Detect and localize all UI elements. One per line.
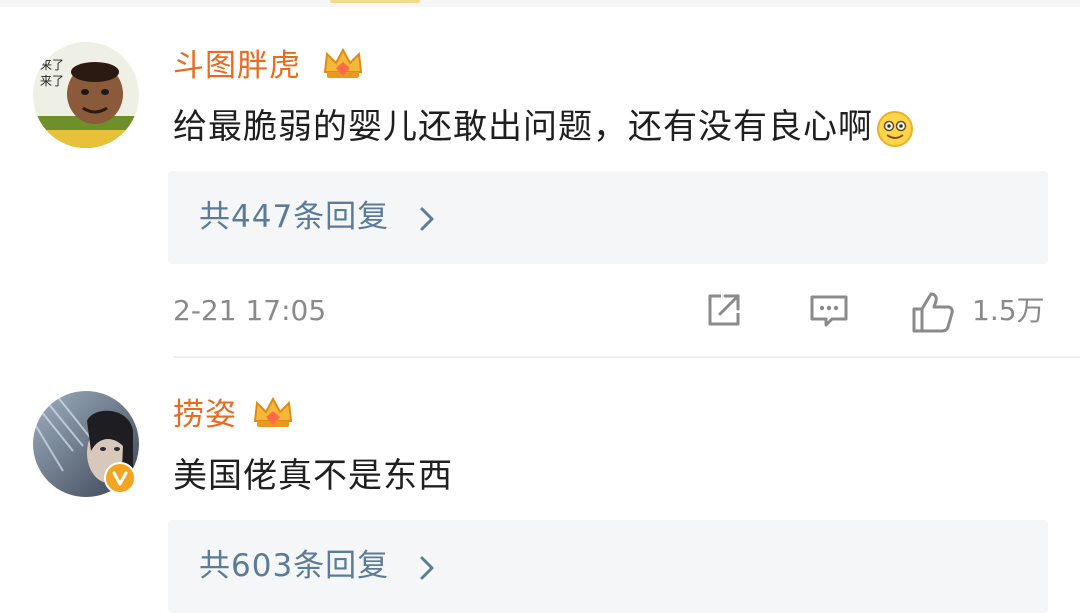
avatar-caption: 来了	[40, 74, 64, 88]
top-accent	[330, 0, 420, 3]
user-avatar[interactable]: 来了 来了	[33, 42, 139, 148]
chevron-right-icon	[420, 207, 434, 231]
chevron-right-icon	[420, 556, 434, 580]
comment-text: 美国佬真不是东西	[173, 456, 453, 496]
crown-vip-icon	[323, 47, 363, 78]
verified-badge-icon	[104, 462, 136, 494]
replies-link[interactable]: 共603条回复	[199, 544, 389, 588]
replies-box[interactable]: 共603条回复	[168, 520, 1048, 613]
comment-text: 给最脆弱的婴儿还敢出问题，还有没有良心啊	[173, 105, 915, 149]
grin-emoji-icon	[877, 110, 913, 147]
username[interactable]: 捞姿	[173, 395, 237, 435]
username[interactable]: 斗图胖虎	[173, 46, 301, 86]
top-divider	[0, 0, 1080, 7]
share-icon[interactable]	[703, 289, 745, 331]
comment-meta: 2-21 17:05 1.5万	[0, 285, 1080, 335]
comment-icon[interactable]	[808, 289, 850, 331]
crown-vip-icon	[253, 396, 293, 427]
comment-text-content: 给最脆弱的婴儿还敢出问题，还有没有良心啊	[173, 107, 873, 147]
replies-box[interactable]: 共447条回复	[168, 171, 1048, 264]
replies-link[interactable]: 共447条回复	[199, 195, 389, 239]
timestamp: 2-21 17:05	[173, 294, 327, 327]
like-count: 1.5万	[972, 294, 1045, 327]
comment-divider	[173, 356, 1080, 358]
thumbs-up-icon[interactable]	[910, 289, 956, 335]
avatar-caption: 来了	[40, 58, 64, 72]
